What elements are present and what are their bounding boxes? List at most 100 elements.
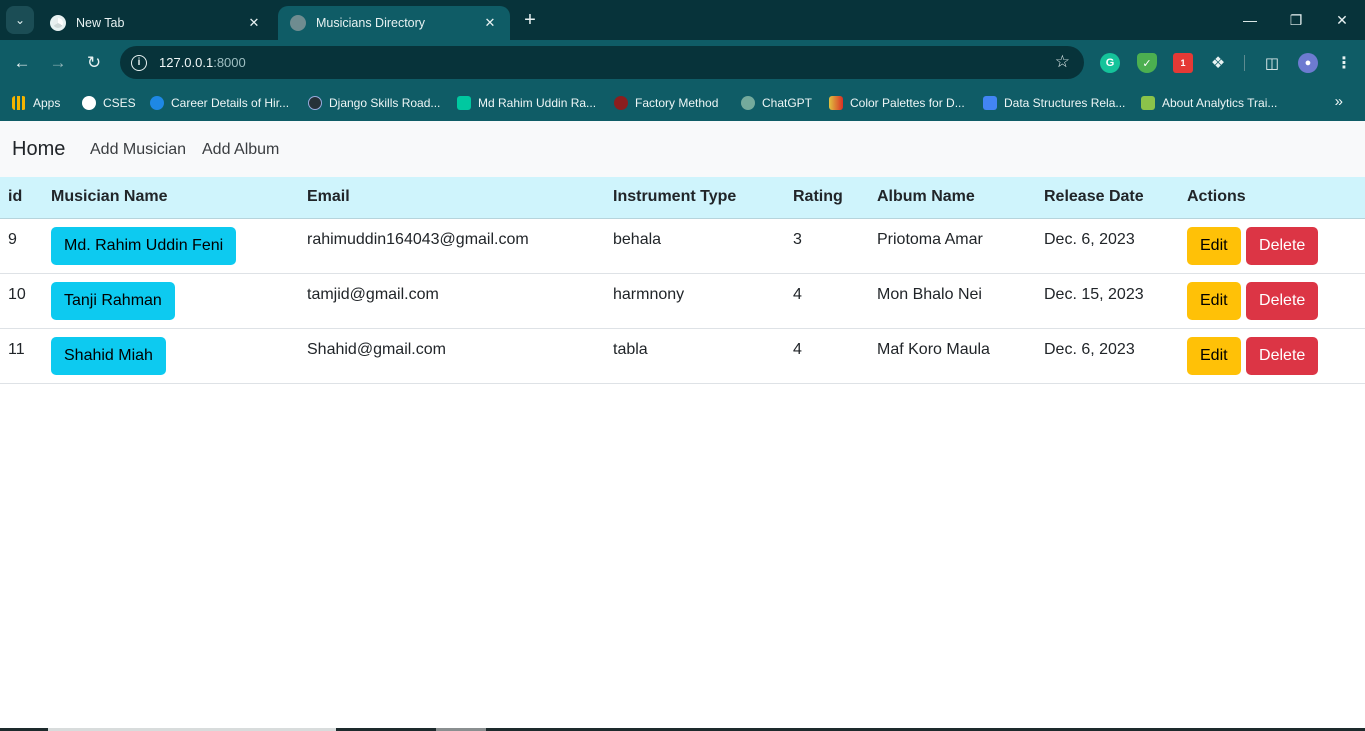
cell-rating: 3 bbox=[785, 218, 869, 274]
cell-musician-name: Md. Rahim Uddin Feni bbox=[43, 218, 299, 274]
column-header: Release Date bbox=[1036, 177, 1179, 219]
grammarly-icon[interactable]: G bbox=[1100, 53, 1120, 73]
docs-icon bbox=[983, 96, 997, 110]
extension-badge-icon[interactable]: 1 bbox=[1173, 53, 1193, 73]
toolbar-divider bbox=[1244, 55, 1245, 71]
bookmark-label: Factory Method bbox=[635, 96, 719, 110]
bookmark-item[interactable]: About Analytics Trai... bbox=[1141, 93, 1277, 113]
add-album-link[interactable]: Add Album bbox=[202, 141, 279, 159]
chevron-down-icon: ⌄ bbox=[14, 13, 26, 27]
column-header: Musician Name bbox=[43, 177, 299, 219]
bookmark-item[interactable]: Md Rahim Uddin Ra... bbox=[457, 93, 596, 113]
bookmark-item[interactable]: Career Details of Hir... bbox=[150, 93, 289, 113]
musician-name-button[interactable]: Tanji Rahman bbox=[51, 281, 175, 320]
cell-release-date: Dec. 15, 2023 bbox=[1036, 273, 1179, 329]
reload-button[interactable]: ↻ bbox=[81, 50, 107, 76]
column-header: Album Name bbox=[869, 177, 1036, 219]
url-port: :8000 bbox=[213, 55, 246, 70]
cell-musician-name: Tanji Rahman bbox=[43, 273, 299, 329]
cell-rating: 4 bbox=[785, 273, 869, 329]
address-bar[interactable]: i 127.0.0.1:8000 ☆ bbox=[120, 46, 1084, 79]
delete-button[interactable]: Delete bbox=[1246, 281, 1319, 320]
close-icon[interactable]: ✕ bbox=[246, 15, 262, 31]
bookmark-item[interactable]: Django Skills Road... bbox=[308, 93, 440, 113]
new-tab-button[interactable]: + bbox=[518, 8, 542, 32]
close-icon[interactable]: ✕ bbox=[482, 15, 498, 31]
minimize-button[interactable]: — bbox=[1227, 0, 1273, 40]
table-row: 9 Md. Rahim Uddin Feni rahimuddin164043@… bbox=[0, 218, 1365, 274]
column-header: Rating bbox=[785, 177, 869, 219]
side-panel-icon[interactable]: ◫ bbox=[1262, 53, 1282, 73]
tab-title: New Tab bbox=[76, 16, 125, 30]
roadmap-icon bbox=[308, 96, 322, 110]
bookmark-item[interactable]: Color Palettes for D... bbox=[829, 93, 965, 113]
tab-search-button[interactable]: ⌄ bbox=[6, 6, 34, 34]
bookmarks-bar: Apps CSES Career Details of Hir... Djang… bbox=[0, 85, 1365, 121]
site-info-icon[interactable]: i bbox=[131, 54, 147, 71]
career-site-icon bbox=[150, 96, 164, 110]
add-musician-link[interactable]: Add Musician bbox=[90, 141, 186, 159]
puzzle-icon[interactable]: ❖ bbox=[1208, 53, 1228, 73]
delete-button[interactable]: Delete bbox=[1246, 226, 1319, 265]
cell-instrument: behala bbox=[605, 218, 785, 274]
cell-release-date: Dec. 6, 2023 bbox=[1036, 328, 1179, 384]
cell-actions: Edit Delete bbox=[1179, 273, 1365, 329]
profile-site-icon bbox=[457, 96, 471, 110]
musician-name-button[interactable]: Md. Rahim Uddin Feni bbox=[51, 226, 237, 265]
more-bookmarks-icon[interactable]: » bbox=[1335, 93, 1343, 110]
musicians-table: id Musician Name Email Instrument Type R… bbox=[0, 177, 1365, 384]
url-host: 127.0.0.1 bbox=[159, 55, 214, 70]
avatar[interactable]: ● bbox=[1298, 53, 1318, 73]
arrow-right-icon: → bbox=[49, 53, 67, 72]
column-header: id bbox=[0, 177, 43, 219]
bookmark-label: CSES bbox=[103, 96, 136, 110]
page-content: Home Add Musician Add Album id Musician … bbox=[0, 121, 1365, 728]
restore-icon: ❐ bbox=[1289, 11, 1303, 28]
browser-toolbar: ← → ↻ i 127.0.0.1:8000 ☆ G ✓ 1 ❖ ◫ ● ⋮ bbox=[0, 40, 1365, 85]
delete-button[interactable]: Delete bbox=[1246, 336, 1319, 375]
back-button[interactable]: ← bbox=[9, 50, 35, 76]
bookmark-item[interactable]: ChatGPT bbox=[741, 93, 812, 113]
browser-titlebar: ⌄ New Tab ✕ Musicians Directory ✕ + — ❐ … bbox=[0, 0, 1365, 40]
table-row: 11 Shahid Miah Shahid@gmail.com tabla 4 … bbox=[0, 328, 1365, 384]
bookmark-item[interactable]: Apps bbox=[12, 93, 60, 113]
plus-icon: + bbox=[524, 8, 536, 31]
column-header: Actions bbox=[1179, 177, 1365, 219]
bookmark-label: Career Details of Hir... bbox=[171, 96, 290, 110]
tab-title: Musicians Directory bbox=[316, 16, 426, 30]
table-row: 10 Tanji Rahman tamjid@gmail.com harmnon… bbox=[0, 273, 1365, 329]
apps-grid-icon bbox=[12, 96, 26, 110]
kebab-menu-icon[interactable]: ⋮ bbox=[1334, 53, 1354, 73]
home-link[interactable]: Home bbox=[12, 138, 65, 161]
cell-album: Priotoma Amar bbox=[869, 218, 1036, 274]
arrow-left-icon: ← bbox=[13, 53, 31, 72]
reload-icon: ↻ bbox=[86, 53, 102, 72]
cell-instrument: tabla bbox=[605, 328, 785, 384]
close-icon: ✕ bbox=[1336, 11, 1348, 28]
bookmark-star-icon[interactable]: ☆ bbox=[1055, 52, 1070, 72]
cell-instrument: harmnony bbox=[605, 273, 785, 329]
tab-new-tab[interactable]: New Tab ✕ bbox=[38, 6, 274, 40]
cell-email: rahimuddin164043@gmail.com bbox=[299, 218, 605, 274]
palette-icon bbox=[829, 96, 843, 110]
restore-button[interactable]: ❐ bbox=[1273, 0, 1319, 40]
cell-album: Mon Bhalo Nei bbox=[869, 273, 1036, 329]
musician-name-button[interactable]: Shahid Miah bbox=[51, 336, 166, 375]
close-window-button[interactable]: ✕ bbox=[1319, 0, 1365, 40]
refactoring-icon bbox=[614, 96, 628, 110]
shield-icon[interactable]: ✓ bbox=[1137, 53, 1157, 73]
edit-button[interactable]: Edit bbox=[1187, 281, 1241, 320]
bookmark-item[interactable]: Data Structures Rela... bbox=[983, 93, 1125, 113]
edit-button[interactable]: Edit bbox=[1187, 336, 1241, 375]
cell-release-date: Dec. 6, 2023 bbox=[1036, 218, 1179, 274]
cell-musician-name: Shahid Miah bbox=[43, 328, 299, 384]
cell-actions: Edit Delete bbox=[1179, 328, 1365, 384]
column-header: Instrument Type bbox=[605, 177, 785, 219]
globe-icon bbox=[82, 96, 96, 110]
bookmark-label: About Analytics Trai... bbox=[1162, 96, 1278, 110]
tab-musicians-directory[interactable]: Musicians Directory ✕ bbox=[278, 6, 510, 40]
bookmark-item[interactable]: Factory Method bbox=[614, 93, 718, 113]
forward-button[interactable]: → bbox=[45, 50, 71, 76]
edit-button[interactable]: Edit bbox=[1187, 226, 1241, 265]
bookmark-item[interactable]: CSES bbox=[82, 93, 136, 113]
